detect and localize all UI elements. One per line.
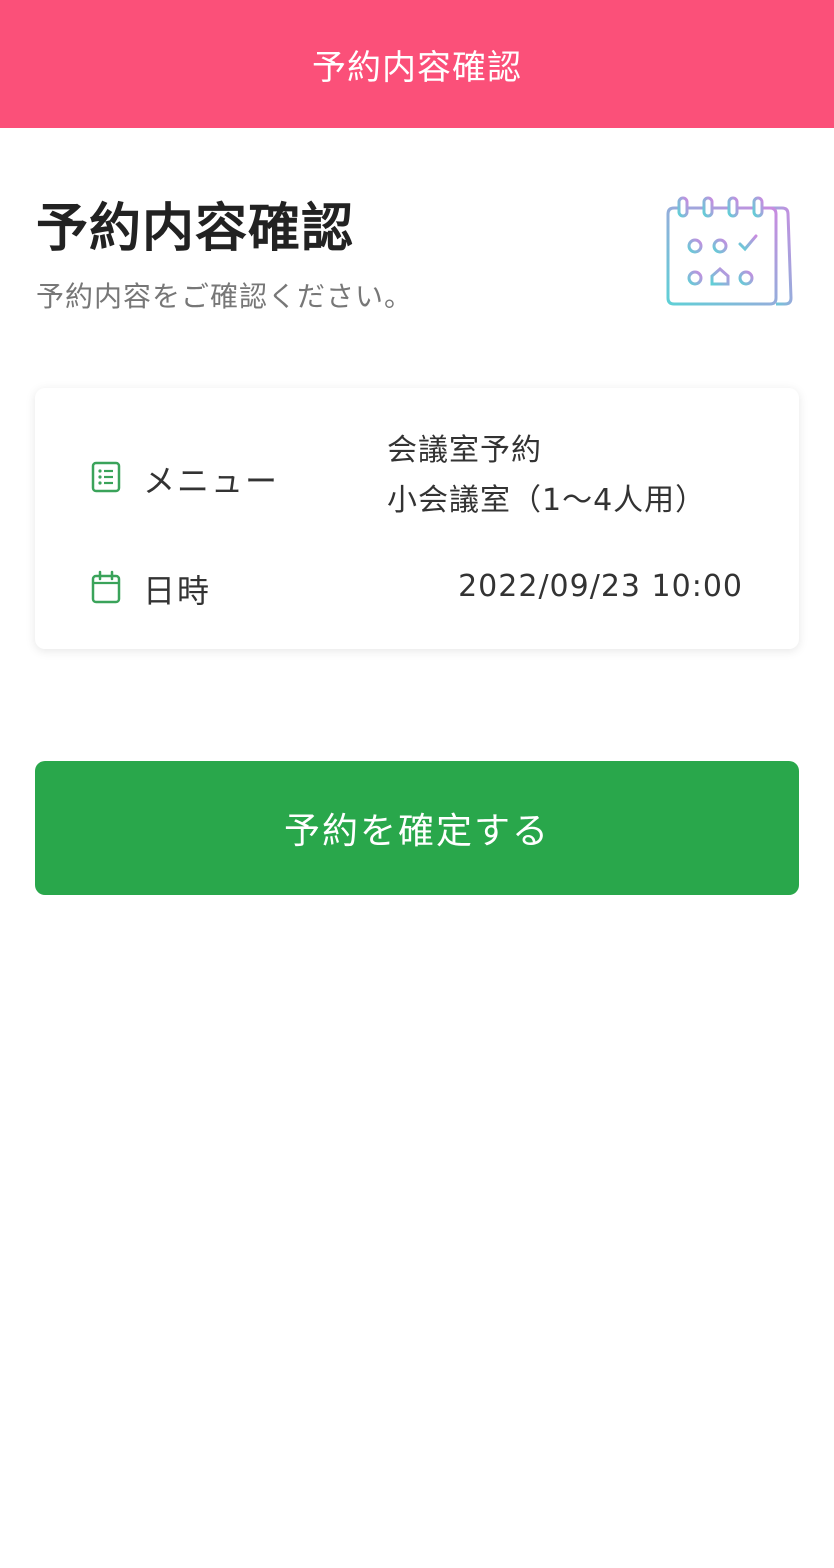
calendar-icon [90, 570, 122, 604]
menu-value: 会議室予約 小会議室（1〜4人用） [387, 426, 706, 526]
datetime-label: 日時 [143, 572, 212, 610]
reservation-details-card: メニュー 会議室予約 小会議室（1〜4人用） 日時 2022/09/23 10:… [35, 388, 799, 649]
menu-value-line2: 小会議室（1〜4人用） [387, 483, 707, 518]
calendar-illustration-icon [660, 194, 796, 312]
menu-value-line1: 会議室予約 [387, 433, 542, 468]
header-title: 予約内容確認 [312, 47, 522, 88]
datetime-value: 2022/09/23 10:00 [458, 569, 743, 604]
list-icon [90, 460, 122, 494]
app-header: 予約内容確認 [0, 0, 834, 128]
page-title: 予約内容確認 [36, 199, 355, 259]
page-subtitle: 予約内容をご確認ください。 [36, 280, 414, 313]
menu-label: メニュー [143, 462, 280, 500]
confirm-reservation-button[interactable]: 予約を確定する [35, 761, 799, 895]
